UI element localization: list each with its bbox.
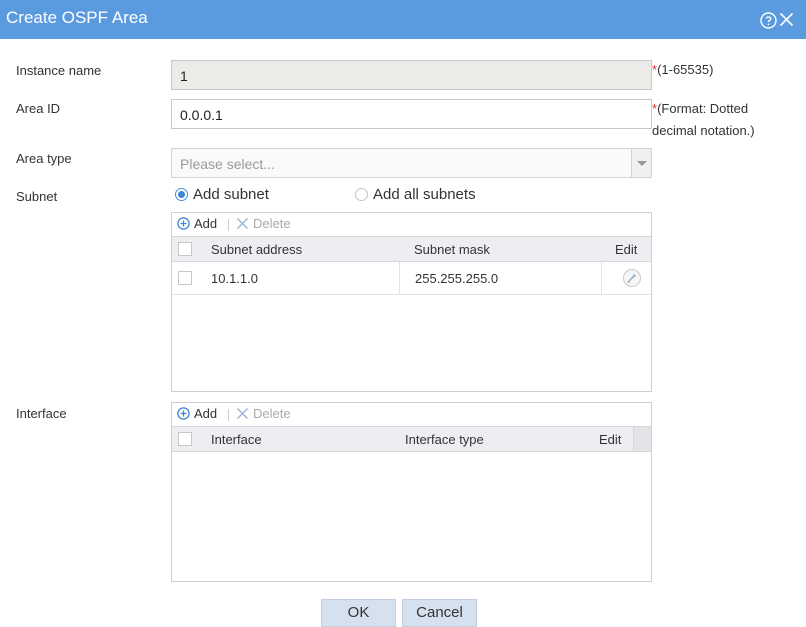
col-interface: Interface <box>211 432 262 447</box>
area-type-select[interactable]: Please select... <box>171 148 652 178</box>
radio-add-subnet[interactable]: Add subnet <box>175 186 269 203</box>
subnet-add-label: Add <box>194 216 218 231</box>
row-edit-button[interactable] <box>623 269 641 287</box>
help-circle-icon[interactable] <box>760 12 777 29</box>
dropdown-arrow-icon[interactable] <box>631 149 651 177</box>
column-divider <box>399 262 400 294</box>
col-edit: Edit <box>599 432 622 447</box>
subnet-table-header: Subnet address Subnet mask Edit <box>172 236 651 262</box>
interface-delete-button[interactable]: Delete <box>236 406 291 421</box>
subnet-delete-button[interactable]: Delete <box>236 216 291 231</box>
row-checkbox[interactable] <box>178 271 192 285</box>
instance-name-range: (1-65535) <box>657 62 714 77</box>
radio-add-all-subnets-label: Add all subnets <box>373 186 476 203</box>
subnet-delete-label: Delete <box>253 216 291 231</box>
interface-label: Interface <box>16 406 67 421</box>
column-divider <box>601 262 602 294</box>
radio-add-subnet-label: Add subnet <box>193 186 269 203</box>
select-all-checkbox[interactable] <box>178 432 192 446</box>
x-icon <box>236 407 249 420</box>
pencil-icon <box>627 274 636 284</box>
radio-unselected-icon[interactable] <box>355 188 368 201</box>
dialog-title: Create OSPF Area <box>6 8 148 27</box>
table-row[interactable]: 10.1.1.0 255.255.255.0 <box>172 262 651 295</box>
area-id-hint: *(Format: Dotted decimal notation.) <box>652 98 755 142</box>
interface-table: Add Delete Interface Interface type Edit <box>171 402 652 582</box>
col-subnet-address: Subnet address <box>211 242 303 257</box>
col-edit: Edit <box>615 242 638 257</box>
x-icon <box>236 217 249 230</box>
cancel-button[interactable]: Cancel <box>402 599 477 627</box>
select-all-checkbox[interactable] <box>178 242 192 256</box>
subnet-toolbar: Add Delete <box>172 213 651 236</box>
interface-toolbar: Add Delete <box>172 403 651 426</box>
col-subnet-mask: Subnet mask <box>414 242 490 257</box>
radio-selected-icon[interactable] <box>175 188 188 201</box>
area-type-label: Area type <box>16 151 72 166</box>
radio-add-all-subnets[interactable]: Add all subnets <box>355 186 476 203</box>
cell-subnet-address: 10.1.1.0 <box>211 271 258 286</box>
area-type-placeholder: Please select... <box>180 156 275 172</box>
area-id-label: Area ID <box>16 101 61 116</box>
cell-subnet-mask: 255.255.255.0 <box>415 271 499 286</box>
close-x-icon[interactable] <box>779 12 794 27</box>
area-id-hint-line1: (Format: Dotted <box>657 101 749 116</box>
interface-delete-label: Delete <box>253 406 291 421</box>
plus-circle-icon <box>177 407 190 420</box>
plus-circle-icon <box>177 217 190 230</box>
col-interface-type: Interface type <box>405 432 484 447</box>
dialog-titlebar: Create OSPF Area <box>0 0 806 39</box>
area-id-hint-line2: decimal notation.) <box>652 123 755 138</box>
instance-name-hint: *(1-65535) <box>652 59 713 81</box>
interface-table-header: Interface Interface type Edit <box>172 426 651 452</box>
toolbar-divider <box>228 409 229 421</box>
area-id-input[interactable]: 0.0.0.1 <box>171 99 652 129</box>
instance-name-field: 1 <box>171 60 652 90</box>
instance-name-label: Instance name <box>16 63 102 78</box>
scrollbar-gutter <box>633 427 651 451</box>
ok-button[interactable]: OK <box>321 599 396 627</box>
toolbar-divider <box>228 219 229 231</box>
subnet-add-button[interactable]: Add <box>177 216 217 231</box>
interface-add-button[interactable]: Add <box>177 406 217 421</box>
subnet-label: Subnet <box>16 189 58 204</box>
subnet-table: Add Delete Subnet address Subnet mask Ed… <box>171 212 652 392</box>
interface-add-label: Add <box>194 406 218 421</box>
